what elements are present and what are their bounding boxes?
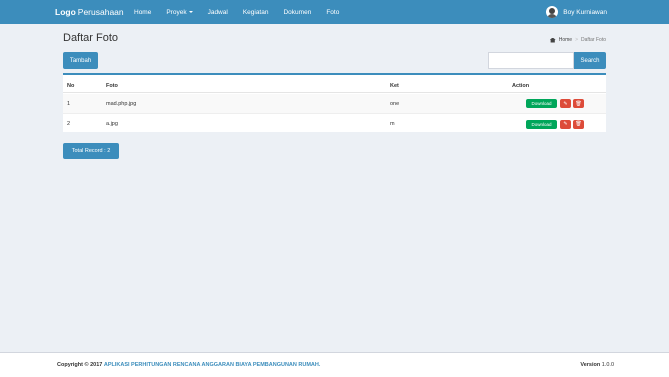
nav-item-kegiatan[interactable]: Kegiatan (243, 9, 269, 16)
app-name-link[interactable]: APLIKASI PERHITUNGAN RENCANA ANGGARAN BI… (104, 362, 321, 368)
footer: Copyright © 2017 APLIKASI PERHITUNGAN RE… (0, 352, 669, 377)
page-title: Daftar Foto (63, 32, 119, 44)
table-row: 2 a.jpg m Download ✎ 🗑 (63, 114, 606, 134)
avatar (546, 6, 559, 18)
nav-item-foto[interactable]: Foto (326, 9, 339, 16)
user-name: Boy Kurniawan (563, 8, 607, 16)
search-input[interactable] (488, 52, 574, 69)
breadcrumb-separator: > (575, 37, 578, 43)
caret-down-icon (188, 11, 193, 13)
header-action: Action (512, 82, 530, 89)
brand-rest: Perusahaan (77, 7, 124, 17)
cell-foto: mad.php.jpg (106, 100, 137, 107)
search-button[interactable]: Search (574, 52, 606, 69)
photo-table: No Foto Ket Action 1 mad.php.jpg one Dow… (63, 73, 606, 132)
cell-ket: one (390, 100, 400, 107)
top-navbar: Logo Perusahaan Home Proyek Jadwal Kegia… (0, 0, 669, 24)
breadcrumb-home[interactable]: Home (559, 37, 572, 43)
nav-item-proyek-label: Proyek (166, 8, 187, 16)
row-actions: Download ✎ 🗑 (526, 119, 584, 129)
breadcrumb: Home > Daftar Foto (549, 37, 606, 43)
header-no: No (67, 82, 75, 89)
header-ket: Ket (390, 82, 399, 89)
edit-icon: ✎ (563, 121, 568, 127)
download-button[interactable]: Download (526, 99, 557, 108)
copyright-text: Copyright © 2017 APLIKASI PERHITUNGAN RE… (57, 362, 320, 368)
header-foto: Foto (106, 82, 118, 89)
cell-ket: m (390, 121, 395, 127)
home-icon (549, 37, 556, 43)
user-menu[interactable]: Boy Kurniawan (546, 0, 607, 24)
cell-no: 2 (67, 121, 71, 127)
nav-item-dokumen[interactable]: Dokumen (283, 9, 311, 16)
trash-icon: 🗑 (575, 121, 582, 127)
nav-item-jadwal[interactable]: Jadwal (208, 9, 228, 16)
cell-no: 1 (67, 100, 71, 107)
copyright-label: Copyright © 2017 (57, 362, 103, 368)
version-text: Version 1.0.0 (580, 362, 614, 368)
cell-foto: a.jpg (106, 121, 118, 127)
delete-button[interactable]: 🗑 (573, 99, 584, 108)
brand-logo[interactable]: Logo Perusahaan (55, 0, 124, 24)
breadcrumb-current: Daftar Foto (580, 37, 606, 43)
add-button[interactable]: Tambah (63, 52, 98, 69)
nav-menu: Home Proyek Jadwal Kegiatan Dokumen Foto (134, 0, 354, 24)
brand-bold: Logo (55, 7, 76, 17)
table-header: No Foto Ket Action (63, 79, 606, 93)
version-label: Version (580, 362, 601, 368)
nav-item-proyek[interactable]: Proyek (166, 8, 193, 16)
row-actions: Download ✎ 🗑 (526, 99, 584, 108)
edit-icon: ✎ (563, 100, 568, 107)
total-record-button[interactable]: Total Record : 2 (63, 143, 119, 159)
download-button[interactable]: Download (526, 119, 557, 129)
table-row: 1 mad.php.jpg one Download ✎ 🗑 (63, 94, 606, 114)
edit-button[interactable]: ✎ (560, 119, 571, 129)
delete-button[interactable]: 🗑 (573, 119, 584, 129)
nav-item-home[interactable]: Home (134, 9, 151, 16)
trash-icon: 🗑 (575, 100, 582, 107)
version-value: 1.0.0 (601, 362, 614, 368)
edit-button[interactable]: ✎ (560, 99, 571, 108)
